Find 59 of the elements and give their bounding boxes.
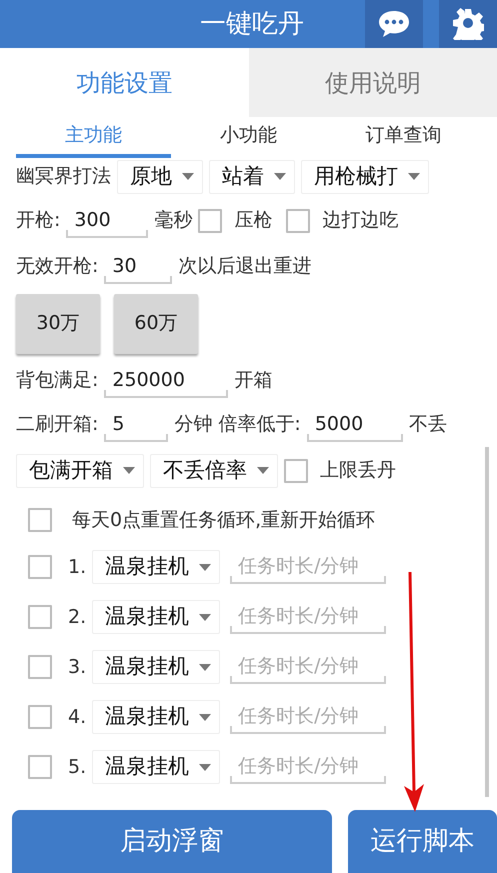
checkbox[interactable]: [28, 508, 52, 532]
task-number: 1.: [68, 554, 86, 580]
caret-icon: [408, 173, 420, 180]
dropdown[interactable]: 温泉挂机: [92, 750, 220, 784]
checkbox[interactable]: [28, 555, 52, 579]
field-label: 次以后退出重进: [178, 254, 312, 280]
action-button[interactable]: 运行脚本: [348, 810, 497, 873]
caret-icon: [199, 714, 212, 720]
caret-icon: [199, 764, 212, 770]
task-number: 5.: [68, 754, 86, 780]
sub-tab[interactable]: 小功能: [171, 117, 326, 158]
caret-icon: [199, 664, 212, 670]
preset-button[interactable]: 30万: [16, 294, 100, 354]
field-label: 背包满足:: [16, 368, 98, 394]
checkbox[interactable]: [28, 655, 52, 679]
field-label: 分钟: [174, 412, 212, 438]
checkbox[interactable]: [286, 208, 310, 232]
dropdown[interactable]: 包满开箱: [16, 454, 144, 488]
field-label: 幽冥界打法: [16, 164, 111, 190]
field-label: 不丢: [408, 412, 447, 438]
field-label: 开枪:: [16, 208, 60, 234]
field-label: 毫秒: [154, 208, 192, 234]
dropdown[interactable]: 不丢倍率: [150, 454, 278, 488]
caret-icon: [199, 614, 212, 620]
field-label: 倍率低于:: [218, 412, 301, 438]
dropdown[interactable]: 温泉挂机: [92, 550, 220, 584]
caret-icon: [182, 173, 194, 180]
dropdown[interactable]: 站着: [209, 160, 295, 194]
checkbox-label: 压枪: [234, 208, 272, 234]
checkbox[interactable]: [28, 605, 52, 629]
task-number: 3.: [68, 654, 86, 680]
checkbox[interactable]: [28, 755, 52, 779]
checkbox[interactable]: [28, 705, 52, 729]
dropdown[interactable]: 温泉挂机: [92, 700, 220, 734]
sub-tab[interactable]: 订单查询: [326, 117, 481, 158]
checkbox-label: 边打边吃: [322, 208, 398, 234]
dropdown[interactable]: 原地: [117, 160, 203, 194]
checkbox-label: 上限丢丹: [320, 458, 396, 484]
settings-icon[interactable]: [439, 0, 497, 48]
field-label: 开箱: [234, 368, 272, 394]
field-label: 无效开枪:: [16, 254, 98, 280]
checkbox[interactable]: [284, 458, 308, 482]
caret-icon: [123, 467, 135, 474]
field-label: 二刷开箱:: [16, 412, 98, 438]
dropdown[interactable]: 温泉挂机: [92, 650, 220, 684]
tab[interactable]: 使用说明: [248, 48, 497, 117]
preset-button[interactable]: 60万: [114, 294, 198, 354]
app-title: 一键吃丹: [200, 8, 304, 40]
dropdown[interactable]: 用枪械打: [301, 160, 429, 194]
checkbox-label: 每天0点重置任务循环,重新开始循环: [72, 508, 376, 532]
task-number: 2.: [68, 604, 86, 630]
caret-icon: [257, 467, 269, 474]
caret-icon: [274, 173, 286, 180]
dropdown[interactable]: 温泉挂机: [92, 600, 220, 634]
caret-icon: [199, 564, 212, 570]
chat-icon[interactable]: [365, 0, 423, 48]
action-button[interactable]: 启动浮窗: [12, 810, 332, 873]
task-number: 4.: [68, 704, 86, 730]
checkbox[interactable]: [198, 208, 222, 232]
